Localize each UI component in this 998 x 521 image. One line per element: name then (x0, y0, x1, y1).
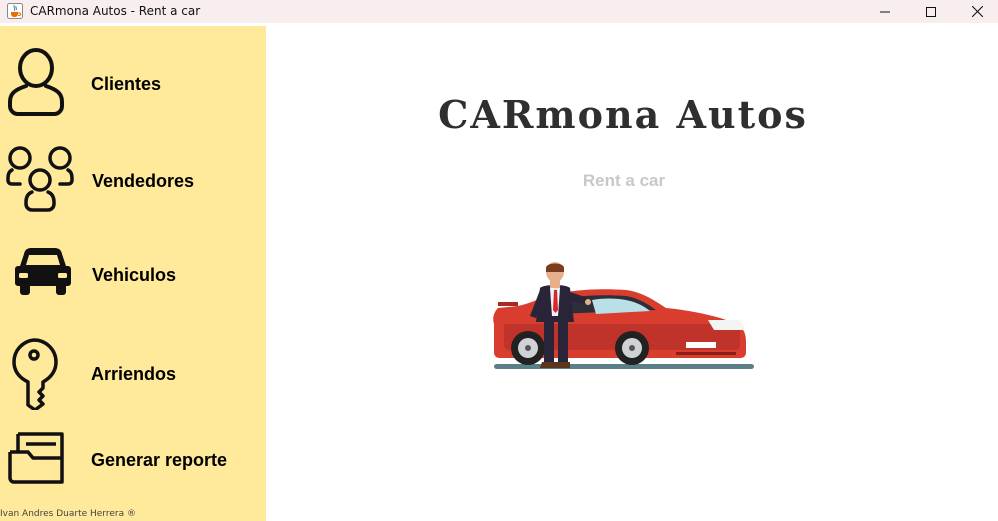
maximize-button[interactable] (908, 0, 954, 23)
page-title: CARmona Autos (438, 92, 808, 137)
folder-icon (8, 430, 66, 490)
footer-credit: Ivan Andres Duarte Herrera ® (0, 509, 136, 519)
minimize-button[interactable] (862, 0, 908, 23)
sidebar-item-generar-reporte[interactable]: Generar reporte (0, 424, 266, 504)
window-titlebar[interactable]: CARmona Autos - Rent a car (0, 0, 998, 23)
user-icon (6, 46, 66, 122)
sidebar-item-arriendos[interactable]: Arriendos (0, 332, 266, 412)
sidebar-item-label: Vehiculos (92, 265, 177, 285)
main-panel: CARmona Autos Rent a car (266, 26, 998, 521)
close-button[interactable] (954, 0, 998, 23)
sidebar: Clientes Vendedores Vehiculos Arriendos … (0, 26, 266, 521)
sidebar-item-clientes[interactable]: Clientes (0, 42, 266, 122)
car-icon (14, 246, 72, 302)
users-group-icon (6, 144, 76, 218)
java-cup-icon (7, 3, 23, 19)
page-subtitle: Rent a car (582, 171, 666, 190)
sidebar-item-vendedores[interactable]: Vendedores (0, 138, 266, 218)
sidebar-item-label: Clientes (91, 74, 162, 94)
window-title: CARmona Autos - Rent a car (30, 4, 201, 18)
sidebar-item-label: Generar reporte (91, 450, 228, 470)
sidebar-item-label: Vendedores (92, 171, 195, 191)
sidebar-item-vehiculos[interactable]: Vehiculos (0, 238, 266, 318)
key-icon (8, 338, 60, 414)
sidebar-item-label: Arriendos (91, 364, 177, 384)
man-with-red-car-illustration (492, 262, 757, 377)
